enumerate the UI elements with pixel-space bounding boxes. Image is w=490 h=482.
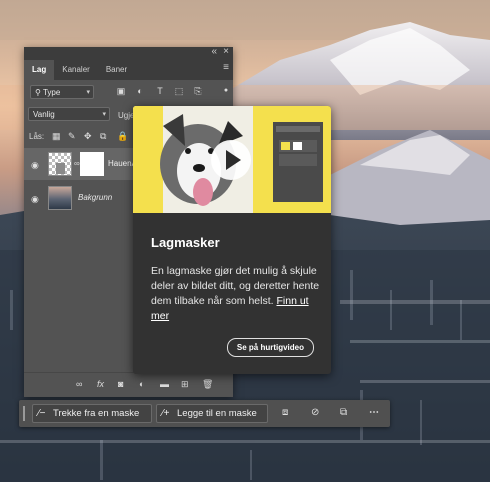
- subtract-mask-button[interactable]: ⁄− Trekke fra en maske: [32, 404, 152, 423]
- filter-row: ⚲ Type ▾ ▣ ◐ T ⬚ ⎘ ●: [24, 80, 233, 104]
- link-layers-icon[interactable]: ∞: [76, 379, 82, 389]
- visibility-eye-icon[interactable]: ◉: [31, 194, 39, 205]
- filter-type-label: Type: [42, 88, 61, 97]
- subtract-mask-label: Trekke fra en maske: [53, 408, 140, 419]
- lock-artboard-icon[interactable]: ⧉: [100, 131, 106, 142]
- visibility-eye-icon[interactable]: ◉: [31, 160, 39, 171]
- brush-plus-icon: ⁄+: [162, 408, 170, 419]
- tab-kanaler[interactable]: Kanaler: [54, 60, 98, 80]
- contextual-taskbar: ⁄− Trekke fra en maske ⁄+ Legge til en m…: [19, 400, 390, 427]
- watch-video-button[interactable]: Se på hurtigvideo: [226, 338, 314, 357]
- filter-toggle-icon[interactable]: ●: [221, 86, 231, 96]
- more-options-icon[interactable]: ⋯: [369, 407, 379, 418]
- disable-mask-icon[interactable]: ⊘: [311, 407, 319, 418]
- new-group-icon[interactable]: ▬: [160, 379, 169, 389]
- lock-all-icon[interactable]: 🔒: [117, 131, 128, 142]
- add-mask-icon[interactable]: ◙: [118, 379, 123, 389]
- add-mask-label: Legge til en maske: [177, 408, 257, 419]
- add-mask-button[interactable]: ⁄+ Legge til en maske: [156, 404, 268, 423]
- blend-mode-label: Vanlig: [33, 110, 55, 119]
- tab-baner[interactable]: Baner: [98, 60, 135, 80]
- tab-lag[interactable]: Lag: [24, 60, 55, 80]
- popup-body: En lagmaske gjør det mulig å skjule dele…: [151, 264, 321, 324]
- lagmasker-tooltip-popup: Lagmasker En lagmaske gjør det mulig å s…: [133, 106, 331, 374]
- lock-position-icon[interactable]: ✥: [84, 131, 92, 142]
- search-icon: ⚲: [35, 88, 43, 97]
- mask-thumbnail[interactable]: [80, 152, 104, 176]
- layer-thumbnail: [48, 152, 72, 176]
- panel-menu-icon[interactable]: ≡: [223, 62, 229, 73]
- filter-smart-object-icon[interactable]: ⎘: [193, 86, 203, 96]
- mask-options-icon[interactable]: ⧈: [282, 407, 288, 418]
- chevron-down-icon: ▾: [86, 89, 90, 96]
- opacity-label: Ugje: [118, 111, 135, 120]
- filter-pixel-icon[interactable]: ▣: [116, 86, 126, 96]
- panel-titlebar: « ×: [24, 46, 233, 58]
- filter-adjustment-icon[interactable]: ◐: [135, 86, 145, 96]
- new-layer-icon[interactable]: ⊞: [181, 379, 189, 390]
- lock-label: Lås:: [29, 132, 45, 141]
- layer-name: Bakgrunn: [78, 193, 113, 202]
- blend-mode-select[interactable]: Vanlig ▾: [28, 107, 110, 121]
- lock-transparent-icon[interactable]: ▦: [52, 131, 61, 142]
- chevron-down-icon: ▾: [102, 111, 106, 118]
- layer-thumbnail: [48, 186, 72, 210]
- brush-minus-icon: ⁄−: [38, 408, 46, 419]
- mask-link-icon[interactable]: ∞: [74, 159, 80, 168]
- adjustment-layer-icon[interactable]: ◐: [139, 379, 144, 389]
- panel-tabs: Lag Kanaler Baner ≡: [24, 58, 233, 80]
- close-icon[interactable]: ×: [223, 46, 229, 57]
- drag-handle[interactable]: [23, 406, 25, 421]
- trash-icon[interactable]: 🗑: [202, 379, 213, 390]
- lock-image-icon[interactable]: ✎: [68, 131, 76, 142]
- video-thumbnail[interactable]: [133, 106, 331, 213]
- dog-silhouette-icon: [56, 163, 65, 174]
- panel-bottom-bar: ∞ fx ◙ ◐ ▬ ⊞ 🗑: [24, 372, 233, 397]
- fx-icon[interactable]: fx: [97, 379, 104, 389]
- play-icon[interactable]: [211, 140, 251, 180]
- filter-type-icon[interactable]: T: [155, 86, 165, 96]
- invert-mask-icon[interactable]: ⧉: [340, 407, 347, 418]
- popup-title: Lagmasker: [151, 235, 220, 250]
- filter-type-select[interactable]: ⚲ Type ▾: [30, 85, 94, 99]
- filter-shape-icon[interactable]: ⬚: [174, 86, 184, 96]
- collapse-icon[interactable]: «: [211, 46, 217, 57]
